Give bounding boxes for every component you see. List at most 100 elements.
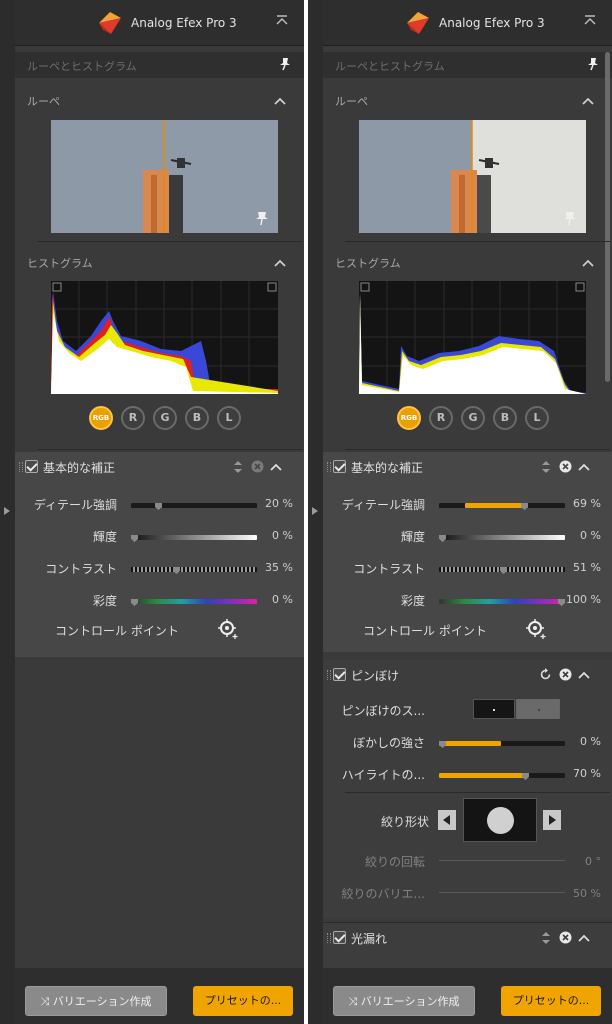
brightness-thumb[interactable] — [131, 527, 138, 542]
collapse-all-icon[interactable] — [274, 13, 290, 29]
enable-checkbox[interactable] — [25, 460, 38, 473]
module-title: 基本的な補正 — [351, 461, 424, 475]
loupe-histogram-title: ルーペとヒストグラム — [27, 60, 137, 73]
chevron-up-icon[interactable] — [274, 258, 286, 268]
pin-icon[interactable] — [278, 57, 292, 71]
create-variations-button[interactable]: ⤨ バリエーション作成 — [25, 986, 167, 1016]
aperture-next-button[interactable] — [543, 810, 561, 830]
channel-r-button[interactable]: R — [429, 406, 453, 430]
divider — [345, 241, 610, 242]
arrow-right-icon — [549, 815, 556, 825]
close-icon[interactable] — [559, 460, 572, 473]
saturation-thumb[interactable] — [131, 591, 138, 606]
contrast-thumb[interactable] — [499, 559, 507, 574]
chevron-up-icon[interactable] — [270, 462, 282, 472]
module-header[interactable]: 基本的な補正 — [15, 452, 304, 482]
expand-left-arrow-icon[interactable] — [312, 507, 318, 515]
enable-checkbox[interactable] — [333, 460, 346, 473]
chevron-up-icon[interactable] — [578, 462, 590, 472]
basic-adjustments-module: 基本的な補正 ディテール強調 輝度 コントラスト 彩度 69 % 0 % 51 … — [323, 452, 612, 652]
channel-b-button[interactable]: B — [185, 406, 209, 430]
drag-handle-icon[interactable] — [327, 462, 331, 472]
detail-thumb[interactable] — [154, 495, 162, 510]
enable-checkbox[interactable] — [333, 668, 346, 681]
title-bar: Analog Efex Pro 3 — [323, 0, 612, 46]
channel-l-button[interactable]: L — [525, 406, 549, 430]
divider — [345, 449, 610, 450]
pin-icon[interactable] — [586, 57, 600, 71]
bokeh-type-option-2[interactable] — [516, 699, 560, 719]
left-gutter[interactable] — [0, 0, 15, 1024]
chevron-up-icon[interactable] — [582, 96, 594, 106]
presets-button[interactable]: プリセットの... — [501, 986, 601, 1016]
circle-aperture-icon — [487, 807, 514, 834]
bokeh-type-option-1[interactable] — [473, 699, 515, 719]
chevron-up-icon[interactable] — [578, 933, 590, 943]
aperture-variation-slider[interactable] — [439, 892, 565, 893]
channel-l-button[interactable]: L — [217, 406, 241, 430]
channel-rgb-button[interactable]: RGB — [89, 406, 113, 430]
contrast-thumb[interactable] — [172, 559, 180, 574]
close-icon[interactable] — [559, 931, 572, 944]
brightness-value: 0 % — [580, 529, 601, 542]
drag-handle-icon[interactable] — [19, 462, 23, 472]
detail-slider[interactable] — [131, 503, 257, 508]
close-icon[interactable] — [251, 460, 264, 473]
brightness-slider[interactable] — [131, 535, 257, 540]
loupe-histogram-header[interactable]: ルーペとヒストグラム — [323, 52, 612, 78]
drag-handle-icon[interactable] — [327, 933, 331, 943]
aperture-prev-button[interactable] — [438, 810, 456, 830]
brightness-thumb[interactable] — [439, 527, 446, 542]
histogram-title: ヒストグラム — [27, 257, 93, 270]
blur-strength-thumb[interactable] — [439, 733, 446, 748]
highlight-thumb[interactable] — [522, 765, 530, 780]
collapse-all-icon[interactable] — [582, 13, 598, 29]
saturation-value: 100 % — [566, 593, 601, 606]
expand-left-arrow-icon[interactable] — [4, 507, 10, 515]
divider — [345, 792, 610, 793]
module-header[interactable]: 基本的な補正 — [323, 452, 612, 482]
loupe-histogram-header[interactable]: ルーペとヒストグラム — [15, 52, 304, 78]
detail-value: 20 % — [265, 497, 293, 510]
create-variations-label: バリエーション作成 — [360, 995, 460, 1008]
close-icon[interactable] — [559, 668, 572, 681]
highlight-label: ハイライトの... — [341, 768, 425, 782]
channel-r-button[interactable]: R — [121, 406, 145, 430]
add-control-point-icon[interactable] — [525, 618, 547, 640]
add-control-point-icon[interactable] — [217, 618, 239, 640]
chevron-up-icon[interactable] — [578, 670, 590, 680]
control-points-label: コントロール ポイント — [363, 624, 487, 638]
module-header[interactable]: 光漏れ — [323, 923, 612, 953]
loupe-preview[interactable] — [51, 120, 278, 233]
saturation-slider[interactable] — [131, 599, 257, 604]
divider — [37, 241, 302, 242]
reorder-icon[interactable] — [541, 460, 551, 474]
presets-button[interactable]: プリセットの... — [193, 986, 293, 1016]
aperture-rotation-slider[interactable] — [439, 860, 565, 861]
chevron-up-icon[interactable] — [274, 96, 286, 106]
contrast-slider[interactable] — [131, 567, 257, 572]
channel-rgb-button[interactable]: RGB — [397, 406, 421, 430]
reorder-icon[interactable] — [541, 931, 551, 945]
app-logo-icon — [407, 12, 429, 34]
saturation-slider[interactable] — [439, 599, 565, 604]
channel-g-button[interactable]: G — [153, 406, 177, 430]
channel-g-button[interactable]: G — [461, 406, 485, 430]
channel-b-button[interactable]: B — [493, 406, 517, 430]
left-gutter[interactable] — [308, 0, 323, 1024]
panel-left: Analog Efex Pro 3 ルーペとヒストグラム ルーペ ヒストグラム — [0, 0, 304, 1024]
scrollbar[interactable] — [605, 52, 610, 382]
contrast-value: 51 % — [573, 561, 601, 574]
drag-handle-icon[interactable] — [327, 670, 331, 680]
brightness-slider[interactable] — [439, 535, 565, 540]
saturation-label: 彩度 — [92, 594, 117, 608]
reset-icon[interactable] — [539, 668, 552, 681]
detail-thumb[interactable] — [521, 495, 529, 510]
histogram — [359, 281, 586, 394]
loupe-preview[interactable] — [359, 120, 586, 233]
create-variations-button[interactable]: ⤨ バリエーション作成 — [333, 986, 475, 1016]
module-header[interactable]: ピンぼけ — [323, 660, 612, 690]
reorder-icon[interactable] — [233, 460, 243, 474]
chevron-up-icon[interactable] — [582, 258, 594, 268]
enable-checkbox[interactable] — [333, 931, 346, 944]
